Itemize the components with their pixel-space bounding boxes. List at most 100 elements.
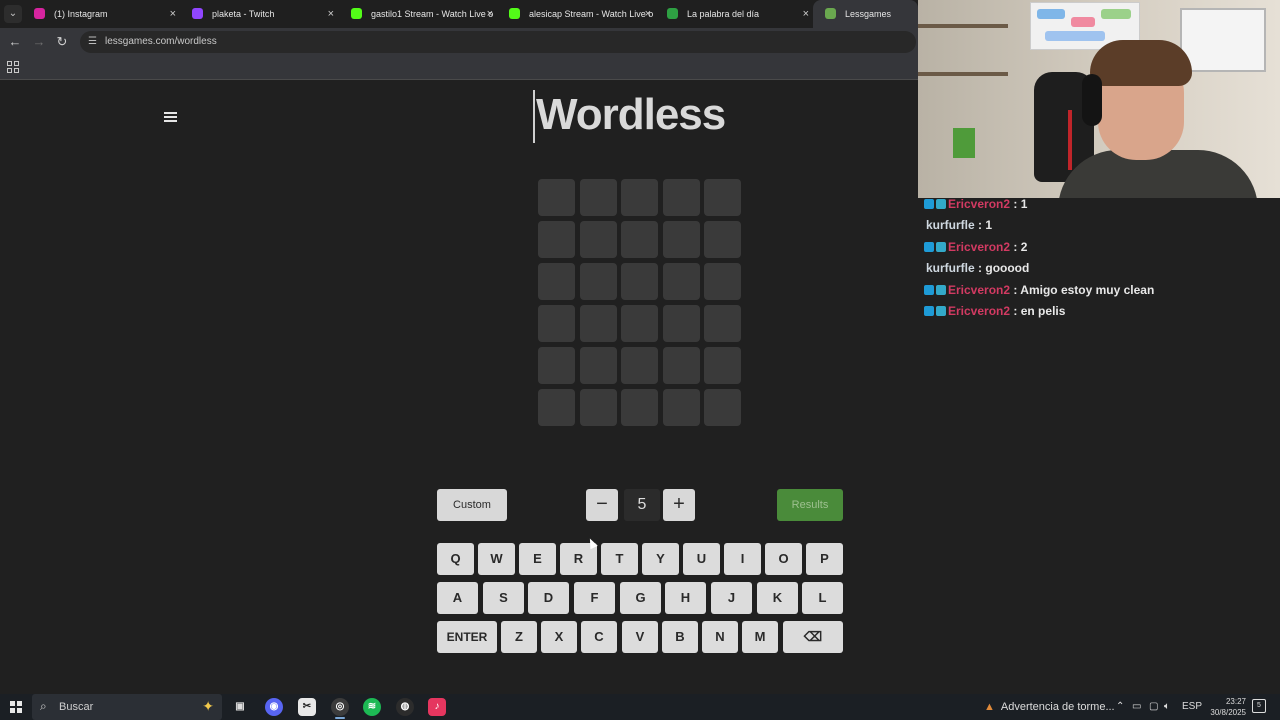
chat-message: Ericveron2 : en pelis [924,302,1065,320]
letter-cell [662,389,700,426]
obs-icon[interactable]: ◍ [396,698,414,716]
apps-grid-icon[interactable] [7,61,19,73]
key-t[interactable]: T [601,543,638,575]
key-b[interactable]: B [662,621,698,653]
chat-username[interactable]: kurfurfle [926,218,975,232]
letter-cell [621,389,658,426]
browser-tab[interactable]: alesicap Stream - Watch Live o × [497,0,655,28]
key-j[interactable]: J [711,582,752,614]
enter-key[interactable]: ENTER [437,621,497,653]
letter-cell [621,263,658,300]
key-u[interactable]: U [683,543,720,575]
tiktok-icon[interactable]: ♪ [428,698,446,716]
webcam-feed [918,0,1280,198]
custom-button[interactable]: Custom [437,489,507,521]
browser-tab[interactable]: gastilo1 Stream - Watch Live o × [339,0,497,28]
kick-icon [509,8,520,19]
back-button[interactable]: ← [6,33,24,51]
close-tab-icon[interactable]: × [487,0,493,28]
key-i[interactable]: I [724,543,761,575]
browser-tab[interactable]: plaketa - Twitch × [180,0,338,28]
key-v[interactable]: V [622,621,658,653]
key-q[interactable]: Q [437,543,474,575]
tray-chevron-icon[interactable]: ⌃ [1116,694,1124,720]
forward-button[interactable]: → [30,33,48,51]
letter-cell [538,305,575,342]
key-k[interactable]: K [757,582,798,614]
chat-username[interactable]: Ericveron2 [948,283,1010,297]
letter-cell [538,263,575,300]
letter-cell [662,179,700,216]
key-m[interactable]: M [742,621,778,653]
letter-grid [538,179,741,426]
discord-icon[interactable]: ◉ [265,698,283,716]
key-x[interactable]: X [541,621,577,653]
kick-icon [351,8,362,19]
chat-username[interactable]: kurfurfle [926,261,975,275]
key-d[interactable]: D [528,582,569,614]
key-f[interactable]: F [574,582,615,614]
key-e[interactable]: E [519,543,556,575]
omnibox[interactable]: ☰ lessgames.com/wordless [80,31,916,53]
key-h[interactable]: H [665,582,706,614]
volume-icon[interactable]: 🔈︎ [1164,694,1170,720]
key-a[interactable]: A [437,582,478,614]
chat-username[interactable]: Ericveron2 [948,304,1010,318]
p-logo-icon [667,8,678,19]
key-l[interactable]: L [802,582,843,614]
site-info-icon[interactable]: ☰ [88,36,100,48]
task-view-icon[interactable]: ▣ [231,698,249,716]
spotify-icon[interactable]: ≋ [363,698,381,716]
key-n[interactable]: N [702,621,738,653]
letter-cell [538,347,575,384]
chrome-icon[interactable]: ◎ [331,698,349,716]
browser-tab[interactable]: Lessgames [813,0,918,28]
tab-title: (1) Instagram [54,9,108,19]
search-icon: ⌕ [40,699,47,713]
close-tab-icon[interactable]: × [803,0,809,28]
key-c[interactable]: C [581,621,617,653]
twitch-icon [192,8,203,19]
key-g[interactable]: G [620,582,661,614]
letter-cell [621,179,658,216]
language-indicator[interactable]: ESP [1182,694,1202,720]
chat-message: Ericveron2 : 1 [924,195,1027,213]
key-o[interactable]: O [765,543,802,575]
notification-center-icon[interactable]: 5 [1252,699,1266,713]
subscriber-badge-icon [936,306,946,316]
url-text[interactable]: lessgames.com/wordless [105,31,217,53]
letter-cell [662,221,700,258]
bookmarks-bar [0,56,918,80]
instagram-icon [34,8,45,19]
weather-warning[interactable]: ▲ Advertencia de torme... [984,694,1115,720]
windows-start-icon[interactable] [10,701,22,713]
close-tab-icon[interactable]: × [328,0,334,28]
chat-message: Ericveron2 : 2 [924,238,1027,256]
close-tab-icon[interactable]: × [170,0,176,28]
key-s[interactable]: S [483,582,524,614]
decrease-length-button[interactable]: − [586,489,618,521]
tab-search-button[interactable]: ⌄ [4,5,22,23]
close-tab-icon[interactable]: × [645,0,651,28]
menu-icon[interactable] [164,112,177,122]
meet-icon[interactable]: ▢ [1149,694,1158,720]
browser-tab[interactable]: La palabra del día × [655,0,813,28]
key-w[interactable]: W [478,543,515,575]
capcut-icon[interactable]: ✂ [298,698,316,716]
key-y[interactable]: Y [642,543,679,575]
backspace-key[interactable]: ⌫ [783,621,843,653]
increase-length-button[interactable]: + [663,489,695,521]
taskbar-search[interactable]: ⌕ Buscar ✦ [32,694,222,720]
browser-tab[interactable]: (1) Instagram × [22,0,180,28]
chat-username[interactable]: Ericveron2 [948,240,1010,254]
key-z[interactable]: Z [501,621,537,653]
network-icon[interactable]: ▭ [1132,694,1141,720]
chat-username[interactable]: Ericveron2 [948,197,1010,211]
results-button[interactable]: Results [777,489,843,521]
key-p[interactable]: P [806,543,843,575]
clock-date: 30/8/2025 [1210,708,1246,717]
clock[interactable]: 23:27 30/8/2025 [1200,696,1246,718]
letter-cell [704,347,741,384]
letter-cell [579,347,617,384]
reload-button[interactable]: ↻ [53,33,71,51]
